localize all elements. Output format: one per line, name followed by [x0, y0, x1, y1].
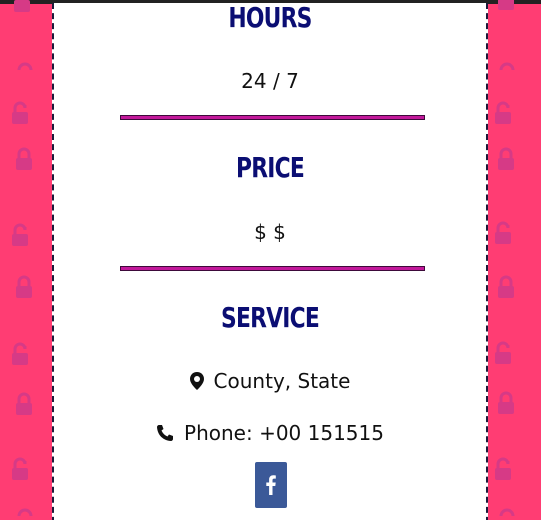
- info-card: HOURS 24 / 7 PRICE $ $ SERVICE County, S…: [52, 1, 488, 520]
- hours-value: 24 / 7: [241, 69, 299, 93]
- facebook-icon: [266, 475, 276, 495]
- facebook-button[interactable]: [255, 462, 287, 508]
- phone-line: Phone: +00 151515: [54, 420, 486, 446]
- price-value: $ $: [254, 220, 286, 244]
- phone-text: Phone: +00 151515: [184, 421, 384, 445]
- phone-icon: [157, 425, 174, 441]
- service-heading: SERVICE: [221, 301, 320, 334]
- price-heading: PRICE: [235, 151, 305, 184]
- divider: [120, 266, 425, 271]
- location-text: County, State: [213, 369, 351, 393]
- map-marker-icon: [189, 372, 204, 390]
- divider: [120, 115, 425, 120]
- hours-heading: HOURS: [228, 1, 312, 34]
- location-line: County, State: [54, 368, 486, 394]
